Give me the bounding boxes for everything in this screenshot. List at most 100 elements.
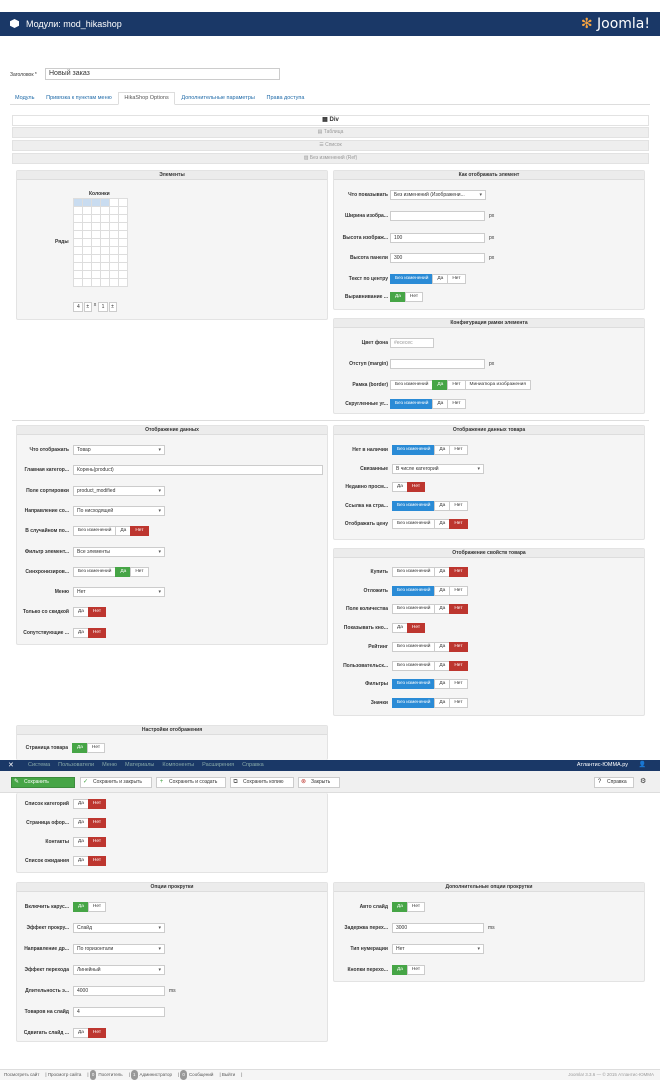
toggle-group[interactable]: Да Нет — [73, 799, 107, 809]
toggle-option[interactable]: Да — [73, 902, 89, 912]
text-field[interactable]: 4000 — [73, 986, 165, 996]
options-icon[interactable]: ⚙ — [640, 777, 650, 787]
margin-input[interactable] — [390, 359, 485, 369]
toggle-option[interactable]: Нет — [449, 604, 468, 615]
img-height-input[interactable]: 100 — [390, 233, 485, 243]
toggle-option[interactable]: Да — [73, 627, 89, 638]
toggle-option[interactable]: Без изменений — [392, 519, 436, 530]
toggle-option[interactable]: Да — [73, 607, 89, 618]
toggle-group[interactable]: Да Нет — [73, 902, 107, 912]
select-field[interactable]: Линейный — [73, 965, 165, 975]
grid-cell[interactable] — [73, 206, 83, 215]
grid-cell[interactable] — [91, 198, 101, 207]
status-item[interactable]: 0 Сообщений — [180, 1070, 213, 1080]
toggle-group[interactable]: Без изменений Да Нет — [73, 566, 149, 577]
toggle-option[interactable]: Без изменений — [73, 526, 117, 537]
grid-cell[interactable] — [100, 270, 110, 279]
toggle-group[interactable]: Без изменений Да Нет — [392, 641, 468, 652]
status-item[interactable]: Посмотреть сайт — [4, 1072, 39, 1077]
grid-cell[interactable] — [100, 278, 110, 287]
toggle-group[interactable]: Да Нет — [73, 607, 107, 618]
toggle-group[interactable]: Да Нет — [392, 902, 426, 912]
toggle-option[interactable]: Нет — [87, 902, 107, 912]
grid-cell[interactable] — [73, 198, 83, 207]
select-field[interactable]: Все элементы — [73, 546, 165, 557]
grid-cell[interactable] — [73, 230, 83, 239]
status-item[interactable]: Выйти — [222, 1072, 235, 1077]
toggle-group[interactable]: Без изменений Да Нет — [392, 679, 468, 690]
grid-cell[interactable] — [118, 238, 128, 247]
what-select[interactable]: Без изменений (Изображени... — [390, 190, 486, 200]
toggle-option[interactable]: Да — [115, 526, 132, 537]
close-button[interactable]: ⊗ Закрыть — [298, 777, 340, 788]
toggle-option[interactable]: Нет — [449, 567, 468, 577]
panel-height-input[interactable]: 300 — [390, 253, 485, 263]
grid-cell[interactable] — [109, 270, 119, 279]
tab-menu-assignment[interactable]: Привязка к пунктам меню — [41, 93, 117, 104]
bg-color-picker[interactable]: #ececec — [390, 338, 434, 348]
toggle-group[interactable]: Без изменений Да Нет — [392, 567, 468, 577]
toggle-group[interactable]: Да Нет — [73, 627, 107, 638]
grid-cell[interactable] — [109, 230, 119, 239]
toggle-group[interactable]: Да Нет — [392, 623, 426, 634]
grid-cell[interactable] — [82, 230, 92, 239]
tab-advanced[interactable]: Дополнительные параметры — [176, 93, 259, 104]
toggle-option[interactable]: Нет — [449, 697, 468, 708]
admin-menu-item[interactable]: Меню — [102, 762, 117, 768]
toggle-option[interactable]: Нет — [406, 965, 426, 975]
status-item[interactable]: 0 Посетитель — [89, 1070, 123, 1080]
grid-cell[interactable] — [109, 222, 119, 231]
toggle-group[interactable]: Без изменений Да Нет — [392, 500, 468, 511]
toggle-option[interactable]: Без изменений — [392, 500, 436, 511]
tab-permissions[interactable]: Права доступа — [262, 93, 310, 104]
grid-cell[interactable] — [118, 230, 128, 239]
select-field[interactable]: В числе категорий — [392, 463, 484, 474]
align-toggle[interactable]: Да Нет — [390, 292, 424, 302]
toggle-option[interactable]: Нет — [86, 743, 106, 753]
toggle-option[interactable]: Без изменений — [392, 585, 436, 596]
toggle-option[interactable]: Нет — [87, 607, 107, 618]
admin-menu-item[interactable]: Пользователи — [58, 762, 94, 768]
toggle-group[interactable]: Да Нет — [72, 743, 106, 753]
tab-module[interactable]: Модуль — [10, 93, 40, 104]
toggle-option[interactable]: Нет — [449, 585, 468, 596]
grid-cell[interactable] — [73, 262, 83, 271]
toggle-option[interactable]: Нет — [406, 902, 426, 912]
toggle-option[interactable]: Без изменений — [73, 566, 117, 577]
cols-stepper[interactable]: ± — [109, 302, 118, 312]
center-text-toggle[interactable]: Без изменений Да Нет — [390, 274, 466, 284]
toggle-option[interactable]: Без изменений — [392, 679, 436, 690]
toggle-option[interactable]: Да — [434, 519, 451, 530]
select-field[interactable]: product_modified — [73, 485, 165, 496]
select-field[interactable]: Нет — [392, 944, 484, 954]
grid-cell[interactable] — [109, 238, 119, 247]
toggle-option[interactable]: Да — [72, 743, 88, 753]
toggle-option[interactable]: Да — [434, 697, 451, 708]
user-icon[interactable]: 👤 — [639, 761, 646, 768]
select-field[interactable]: Нет — [73, 587, 165, 598]
toggle-group[interactable]: Без изменений Да Нет — [392, 604, 468, 615]
toggle-option[interactable]: Без изменений — [392, 660, 436, 671]
toggle-option[interactable]: Нет — [406, 623, 426, 634]
grid-cell[interactable] — [100, 246, 110, 255]
grid-cell[interactable] — [82, 254, 92, 263]
toggle-option[interactable]: Да — [434, 660, 451, 671]
toggle-option[interactable]: Да — [434, 679, 451, 690]
cols-input[interactable]: 1 — [97, 302, 108, 312]
toggle-option[interactable]: Да — [73, 837, 89, 847]
img-width-input[interactable] — [390, 211, 485, 221]
grid-cell[interactable] — [109, 278, 119, 287]
grid-cell[interactable] — [100, 214, 110, 223]
toggle-option[interactable]: Нет — [87, 856, 107, 866]
grid-cell[interactable] — [100, 238, 110, 247]
toggle-group[interactable]: Без изменений Да Нет — [392, 697, 468, 708]
help-button[interactable]: ? Справка — [594, 777, 634, 788]
grid-cell[interactable] — [109, 254, 119, 263]
grid-cell[interactable] — [91, 254, 101, 263]
grid-cell[interactable] — [73, 238, 83, 247]
toggle-group[interactable]: Да Нет — [73, 856, 107, 866]
grid-cell[interactable] — [82, 238, 92, 247]
grid-cell[interactable] — [109, 214, 119, 223]
grid-cell[interactable] — [100, 262, 110, 271]
title-input[interactable]: Новый заказ — [45, 68, 280, 80]
